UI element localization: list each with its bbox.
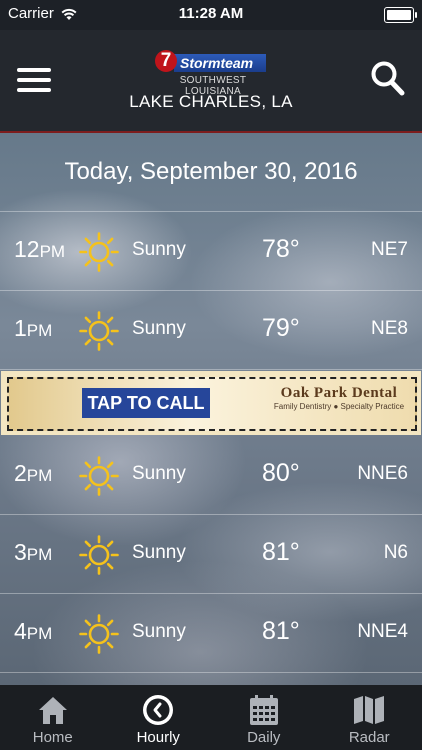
tab-label: Daily — [247, 729, 281, 746]
tab-label: Hourly — [136, 729, 180, 746]
sun-icon — [79, 232, 119, 272]
hourly-row[interactable]: 3PM Sunny 81° N6 — [0, 515, 422, 594]
sun-icon — [79, 535, 119, 575]
logo-badge: 7 — [155, 50, 177, 72]
wind-label: NNE4 — [357, 621, 408, 642]
tab-label: Radar — [348, 729, 390, 746]
condition-label: Sunny — [132, 239, 186, 260]
home-icon — [38, 697, 67, 724]
date-header: Today, September 30, 2016 — [0, 133, 422, 212]
clock-icon — [143, 695, 174, 725]
sun-icon — [79, 614, 119, 654]
temperature-label: 81° — [262, 617, 300, 645]
temperature-label: 78° — [262, 235, 300, 263]
date-label: Today, September 30, 2016 — [64, 158, 358, 185]
stormteam-logo: Stormteam 7 SOUTHWEST LOUISIANA — [150, 48, 275, 97]
temperature-label: 80° — [262, 459, 300, 487]
condition-label: Sunny — [132, 318, 186, 339]
clock-time: 11:28 AM — [178, 5, 244, 22]
tab-daily[interactable]: Daily — [211, 685, 317, 750]
ad-brand-name: Oak Park Dental — [280, 385, 398, 401]
map-icon — [354, 696, 385, 724]
wind-label: NE8 — [371, 318, 408, 339]
condition-label: Sunny — [132, 621, 186, 642]
temperature-label: 79° — [262, 314, 300, 342]
tab-label: Home — [32, 729, 73, 746]
sun-icon — [79, 456, 119, 496]
menu-button[interactable] — [17, 68, 51, 94]
wind-label: NE7 — [371, 239, 408, 260]
battery-icon — [384, 7, 417, 23]
hour-label: 4PM — [14, 618, 53, 644]
hourly-row[interactable]: 4PM Sunny 81° NNE4 — [0, 594, 422, 673]
location-title: LAKE CHARLES, LA — [129, 92, 293, 111]
tab-hourly[interactable]: Hourly — [106, 685, 212, 750]
hour-label: 3PM — [14, 539, 53, 565]
tab-home[interactable]: Home — [0, 685, 106, 750]
wind-label: N6 — [383, 542, 408, 563]
search-icon[interactable] — [370, 60, 406, 98]
wind-label: NNE6 — [357, 463, 408, 484]
hourly-row[interactable]: 1PM Sunny 79° NE8 — [0, 291, 422, 370]
advertisement-banner[interactable]: TAP TO CALL Oak Park Dental Family Denti… — [1, 371, 421, 435]
hourly-row[interactable]: 2PM Sunny 80° NNE6 — [0, 436, 422, 515]
app-header: Stormteam 7 SOUTHWEST LOUISIANA LAKE CHA… — [0, 30, 422, 133]
ad-brand: Oak Park Dental Family Dentistry ● Speci… — [264, 385, 414, 411]
tab-radar[interactable]: Radar — [317, 685, 422, 750]
hour-label: 1PM — [14, 315, 53, 341]
calendar-icon — [249, 695, 278, 725]
menu-icon-bar — [17, 78, 51, 82]
menu-icon-bar — [17, 68, 51, 72]
hourly-row[interactable]: 12PM Sunny 78° NE7 — [0, 212, 422, 291]
sun-icon — [79, 311, 119, 351]
logo-name: Stormteam — [174, 54, 266, 72]
hour-label: 12PM — [14, 236, 66, 262]
temperature-label: 81° — [262, 538, 300, 566]
condition-label: Sunny — [132, 463, 186, 484]
hour-label: 2PM — [14, 460, 53, 486]
ad-frame: TAP TO CALL Oak Park Dental Family Denti… — [7, 377, 417, 431]
condition-label: Sunny — [132, 542, 186, 563]
tap-to-call-button[interactable]: TAP TO CALL — [82, 388, 210, 418]
tab-bar: Home Hourly Daily Radar — [0, 685, 422, 750]
ad-tagline: Family Dentistry ● Specialty Practice — [273, 402, 405, 411]
status-bar: Carrier 11:28 AM — [0, 0, 422, 30]
